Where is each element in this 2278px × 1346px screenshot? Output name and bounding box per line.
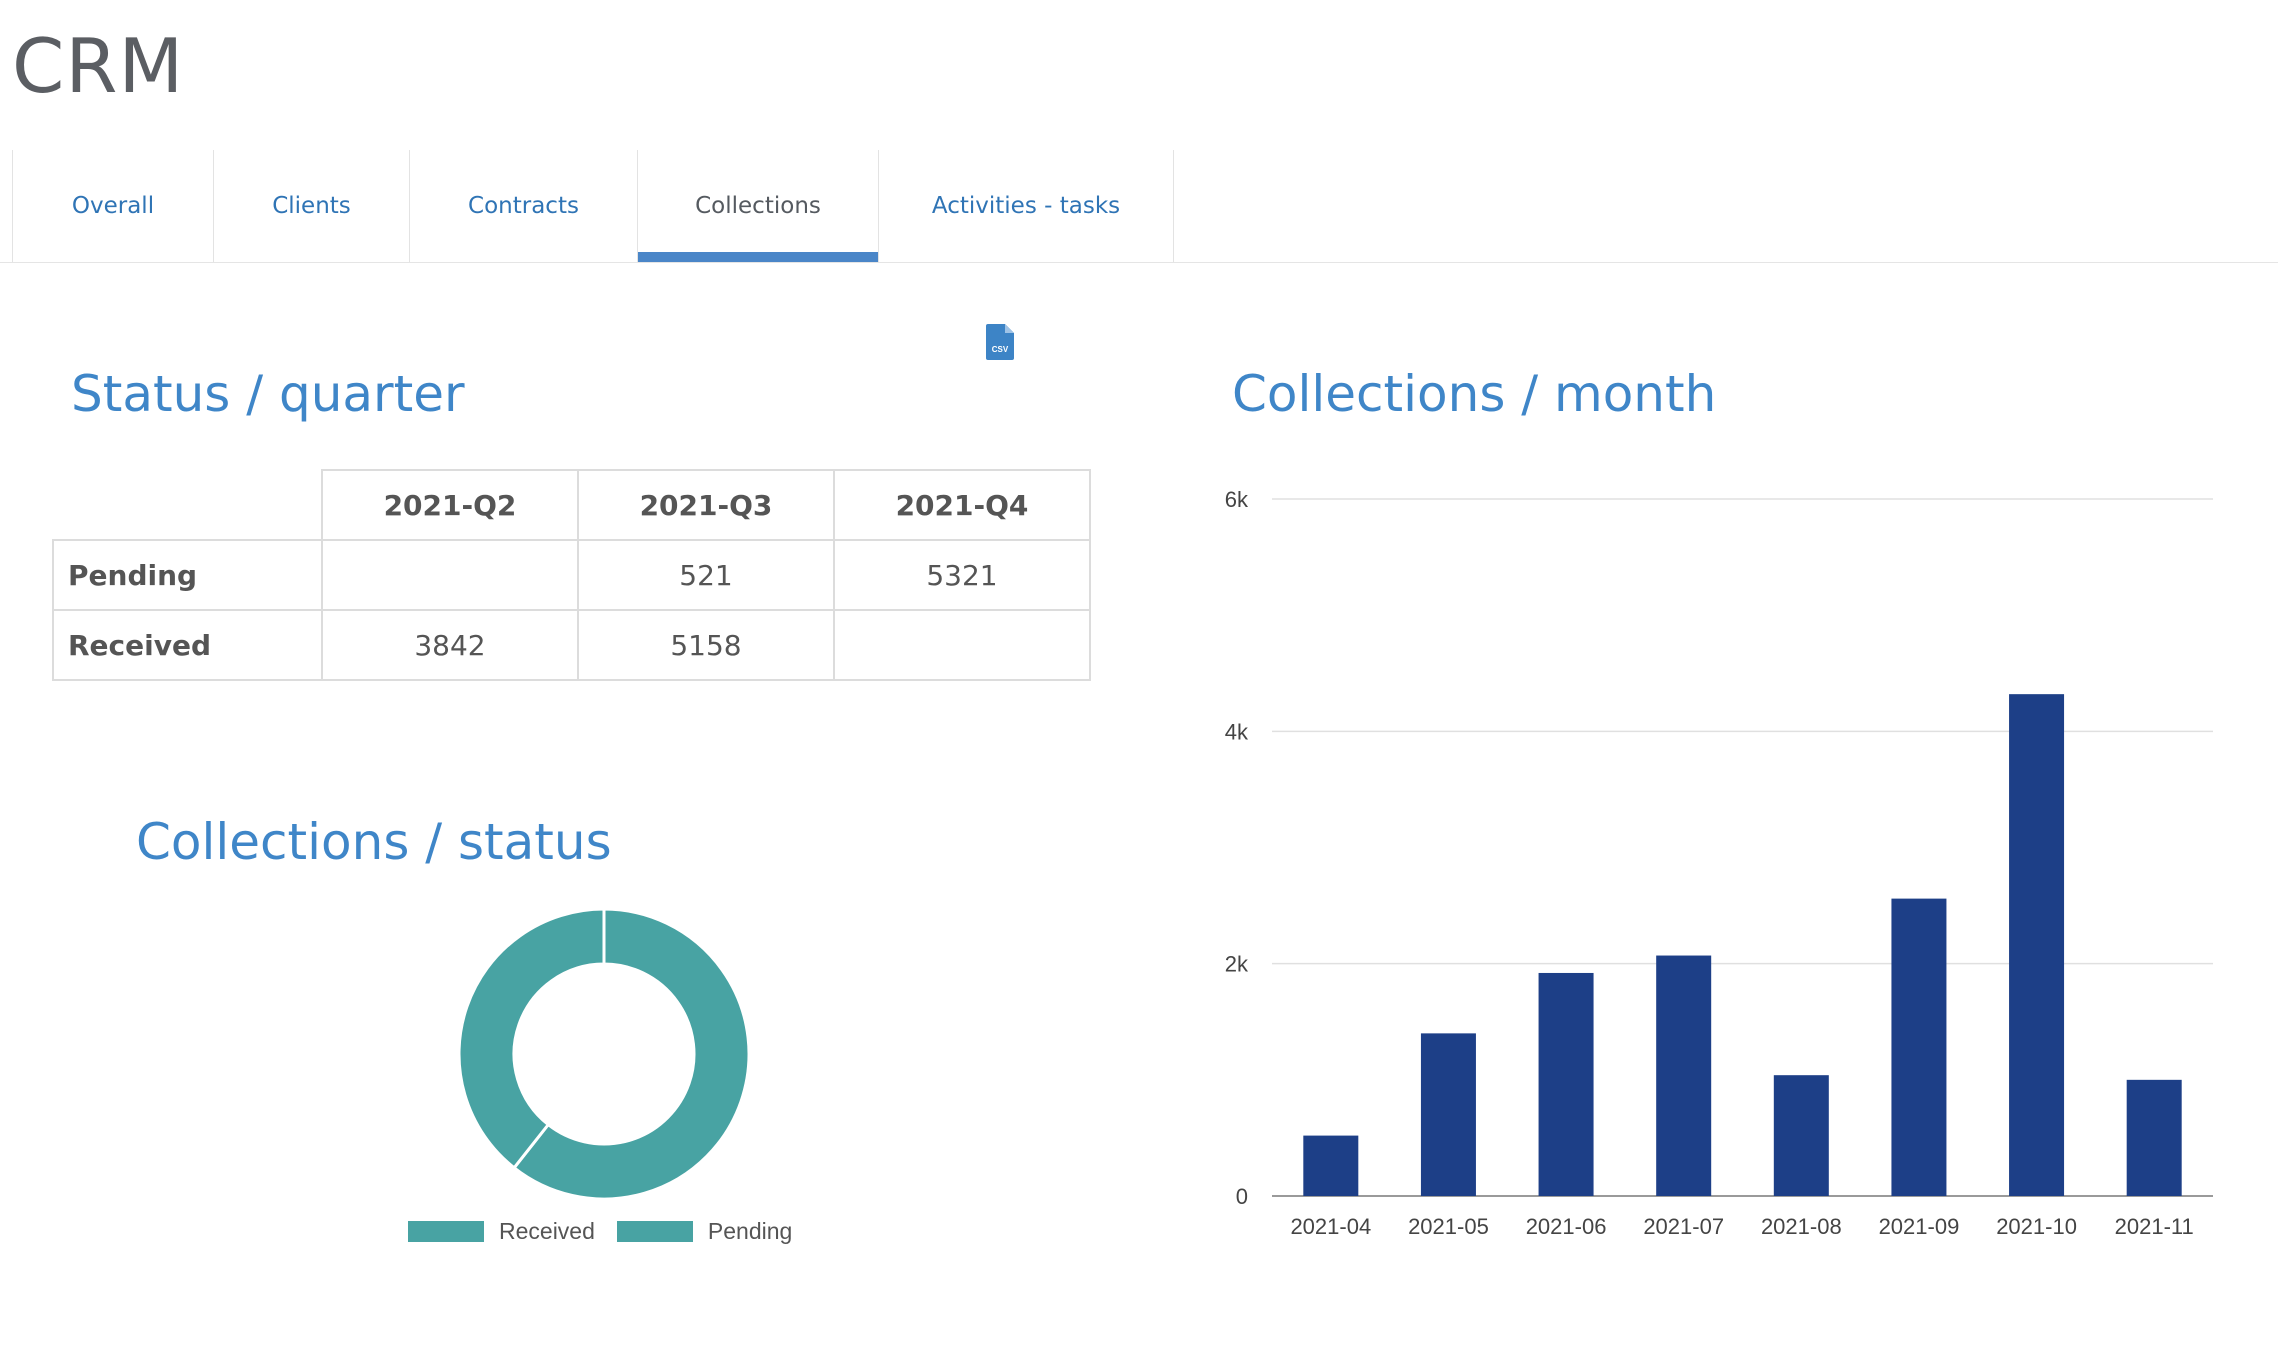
legend-item-pending[interactable]: Pending [616, 1218, 793, 1245]
tab-collections[interactable]: Collections [637, 150, 878, 262]
table-scroll-clip [40, 681, 1100, 711]
x-tick-label: 2021-10 [1996, 1214, 2077, 1239]
y-tick-label: 4k [1225, 719, 1249, 744]
table-cell: 521 [577, 539, 835, 611]
csv-icon-label: CSV [992, 345, 1009, 354]
table-cell: 5158 [577, 609, 835, 681]
bar-2021-10[interactable] [2009, 694, 2065, 1196]
column-header: 2021-Q3 [577, 469, 835, 541]
x-tick-label: 2021-06 [1526, 1214, 1607, 1239]
table-cell: 5321 [833, 539, 1091, 611]
status-quarter-table: 2021-Q2 2021-Q3 2021-Q4 Pending 521 5321… [52, 469, 1091, 681]
collections-status-donut-chart [440, 880, 890, 1260]
y-tick-label: 6k [1225, 487, 1249, 512]
csv-export-icon[interactable]: CSV [986, 324, 1014, 360]
donut-legend: Received Pending [408, 1218, 814, 1245]
legend-swatch [408, 1221, 484, 1242]
collections-status-title: Collections / status [136, 813, 612, 871]
bar-2021-05[interactable] [1420, 1033, 1476, 1196]
collections-month-title: Collections / month [1232, 365, 1717, 423]
x-tick-label: 2021-11 [2115, 1214, 2194, 1239]
column-header: 2021-Q2 [321, 469, 579, 541]
row-label: Received [52, 609, 323, 681]
collections-month-bar-chart: 0 2k 4k 6k 2021-04 2021-05 2021-06 2021-07 2021-… [1200, 470, 2250, 1270]
column-header: 2021-Q4 [833, 469, 1091, 541]
tab-label: Contracts [468, 193, 579, 219]
legend-label: Received [499, 1218, 595, 1244]
x-tick-label: 2021-04 [1290, 1214, 1371, 1239]
table-cell [833, 609, 1091, 681]
bar-2021-04[interactable] [1303, 1135, 1359, 1196]
tab-label: Clients [272, 193, 351, 219]
tab-bar: Overall Clients Contracts Collections Ac… [0, 150, 2278, 263]
donut-slice-pending[interactable] [457, 907, 606, 1170]
legend-swatch [616, 1221, 693, 1242]
tab-divider [1173, 150, 1174, 262]
table-header-row: 2021-Q2 2021-Q3 2021-Q4 [53, 469, 1091, 541]
row-label: Pending [52, 539, 323, 611]
bar-2021-11[interactable] [2126, 1079, 2182, 1196]
tab-label: Overall [71, 193, 155, 219]
tab-label: Collections [695, 193, 821, 219]
tab-overall[interactable]: Overall [12, 150, 213, 262]
status-quarter-title: Status / quarter [71, 365, 465, 423]
tab-clients[interactable]: Clients [213, 150, 409, 262]
bar-2021-09[interactable] [1891, 898, 1947, 1196]
y-tick-label: 2k [1225, 952, 1249, 977]
x-tick-label: 2021-07 [1643, 1214, 1724, 1239]
x-tick-label: 2021-09 [1879, 1214, 1960, 1239]
bar-2021-06[interactable] [1538, 972, 1594, 1196]
active-tab-indicator [638, 252, 878, 262]
table-cell: 3842 [321, 609, 579, 681]
legend-label: Pending [707, 1218, 793, 1244]
tab-activities-tasks[interactable]: Activities - tasks [878, 150, 1173, 262]
table-row: Pending 521 5321 [52, 539, 1091, 611]
tab-label: Activities - tasks [931, 193, 1121, 219]
tab-contracts[interactable]: Contracts [409, 150, 637, 262]
legend-item-received[interactable]: Received [408, 1218, 595, 1245]
y-tick-label: 0 [1236, 1184, 1248, 1209]
table-cell [321, 539, 579, 611]
table-row: Received 3842 5158 [52, 609, 1091, 681]
table-corner-cell [53, 470, 323, 541]
bar-2021-07[interactable] [1656, 955, 1712, 1196]
app-title: CRM [12, 22, 185, 110]
x-tick-label: 2021-05 [1408, 1214, 1489, 1239]
x-tick-label: 2021-08 [1761, 1214, 1842, 1239]
bar-2021-08[interactable] [1773, 1075, 1829, 1196]
